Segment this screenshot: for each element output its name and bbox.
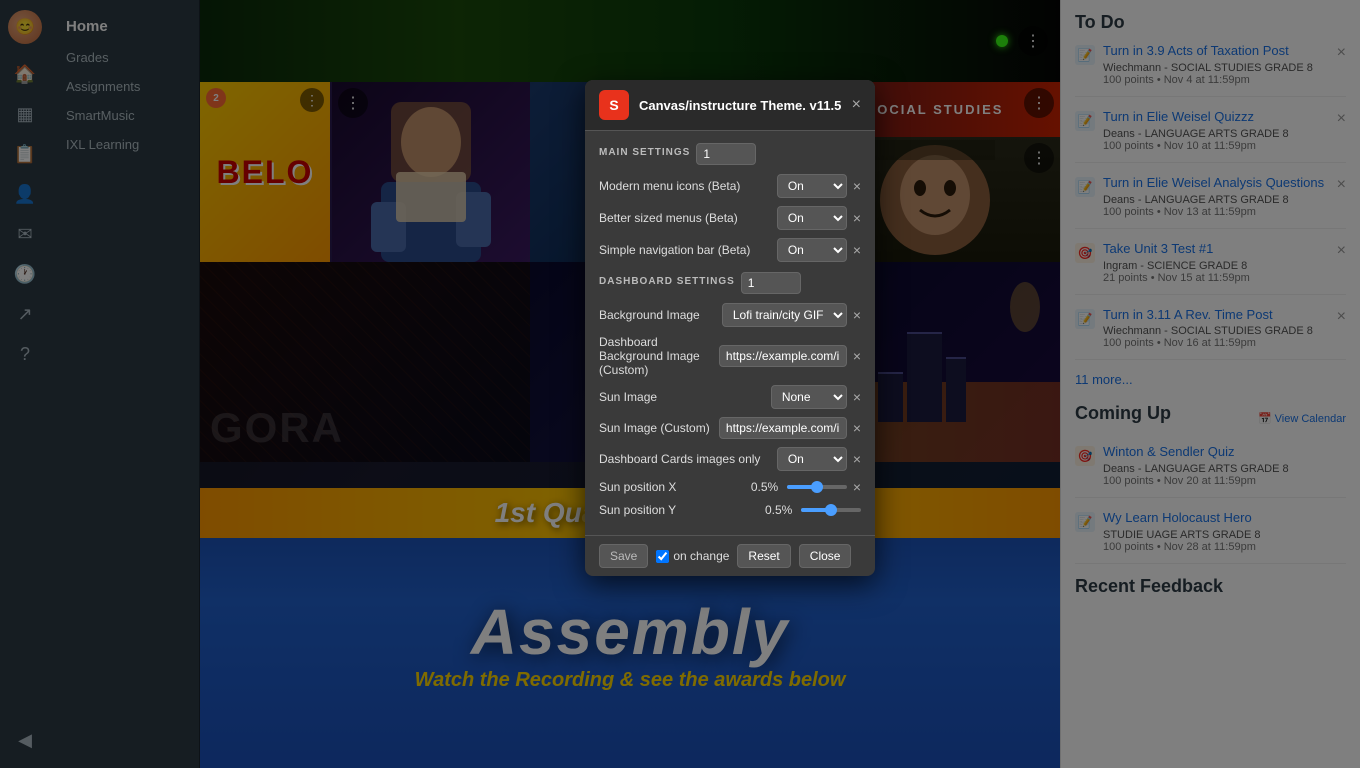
on-change-label[interactable]: on change — [656, 549, 729, 563]
main-settings-input[interactable] — [696, 143, 756, 165]
bg-image-custom-label: Dashboard Background Image (Custom) — [599, 335, 713, 377]
sun-pos-y-track[interactable] — [801, 508, 861, 512]
bg-image-select[interactable]: Lofi train/city GIFNoneCustom — [722, 303, 847, 327]
modal-close-button[interactable]: × — [852, 96, 861, 114]
dashboard-cards-clear[interactable]: × — [853, 451, 861, 467]
bg-image-clear[interactable]: × — [853, 307, 861, 323]
dashboard-settings-header-row: DASHBOARD SETTINGS — [599, 270, 861, 295]
bg-image-row: Background Image Lofi train/city GIFNone… — [599, 303, 861, 327]
sun-pos-y-thumb[interactable] — [825, 504, 837, 516]
bg-image-label: Background Image — [599, 308, 716, 322]
sun-image-label: Sun Image — [599, 390, 765, 404]
sun-image-row: Sun Image NoneSunMoonCustom × — [599, 385, 861, 409]
bg-image-custom-input[interactable] — [719, 345, 847, 367]
sun-pos-y-row: Sun position Y 0.5% — [599, 503, 861, 517]
simple-nav-select[interactable]: OnOff — [777, 238, 847, 262]
sun-pos-y-value: 0.5% — [765, 503, 795, 517]
close-button[interactable]: Close — [799, 544, 852, 568]
on-change-checkbox[interactable] — [656, 550, 669, 563]
better-menus-select[interactable]: OnOff — [777, 206, 847, 230]
sun-image-custom-row: Sun Image (Custom) × — [599, 417, 861, 439]
dashboard-cards-label: Dashboard Cards images only — [599, 452, 771, 466]
sun-pos-x-value: 0.5% — [751, 480, 781, 494]
modal-title: Canvas/instructure Theme. v11.5 — [639, 98, 842, 113]
sun-image-custom-clear[interactable]: × — [853, 420, 861, 436]
sun-pos-x-clear[interactable]: × — [853, 479, 861, 495]
sun-pos-x-row: Sun position X 0.5% × — [599, 479, 861, 495]
modal-overlay: S Canvas/instructure Theme. v11.5 × MAIN… — [0, 0, 1360, 768]
simple-nav-label: Simple navigation bar (Beta) — [599, 243, 771, 257]
sun-image-select[interactable]: NoneSunMoonCustom — [771, 385, 847, 409]
modal-logo: S — [599, 90, 629, 120]
modern-icons-label: Modern menu icons (Beta) — [599, 179, 771, 193]
better-menus-label: Better sized menus (Beta) — [599, 211, 771, 225]
simple-nav-clear[interactable]: × — [853, 242, 861, 258]
modern-icons-select[interactable]: OnOff — [777, 174, 847, 198]
modal-header: S Canvas/instructure Theme. v11.5 × — [585, 80, 875, 131]
sun-pos-x-thumb[interactable] — [811, 481, 823, 493]
bg-image-custom-row: Dashboard Background Image (Custom) × — [599, 335, 861, 377]
modern-icons-clear[interactable]: × — [853, 178, 861, 194]
dashboard-settings-input[interactable] — [741, 272, 801, 294]
save-button[interactable]: Save — [599, 544, 648, 568]
dashboard-cards-row: Dashboard Cards images only OnOff × — [599, 447, 861, 471]
sun-image-clear[interactable]: × — [853, 389, 861, 405]
sun-pos-x-track[interactable] — [787, 485, 847, 489]
modern-icons-row: Modern menu icons (Beta) OnOff × — [599, 174, 861, 198]
main-settings-header: MAIN SETTINGS — [599, 147, 690, 158]
sun-pos-y-label: Sun position Y — [599, 503, 759, 517]
dashboard-settings-header: DASHBOARD SETTINGS — [599, 276, 735, 287]
modal-body: MAIN SETTINGS Modern menu icons (Beta) O… — [585, 131, 875, 535]
better-menus-clear[interactable]: × — [853, 210, 861, 226]
sun-image-custom-label: Sun Image (Custom) — [599, 421, 713, 435]
main-settings-header-row: MAIN SETTINGS — [599, 141, 861, 166]
reset-button[interactable]: Reset — [737, 544, 790, 568]
settings-modal: S Canvas/instructure Theme. v11.5 × MAIN… — [585, 80, 875, 576]
bg-image-custom-clear[interactable]: × — [853, 348, 861, 364]
sun-image-custom-input[interactable] — [719, 417, 847, 439]
dashboard-cards-select[interactable]: OnOff — [777, 447, 847, 471]
sun-pos-x-label: Sun position X — [599, 480, 745, 494]
simple-nav-row: Simple navigation bar (Beta) OnOff × — [599, 238, 861, 262]
modal-footer: Save on change Reset Close — [585, 535, 875, 576]
better-menus-row: Better sized menus (Beta) OnOff × — [599, 206, 861, 230]
